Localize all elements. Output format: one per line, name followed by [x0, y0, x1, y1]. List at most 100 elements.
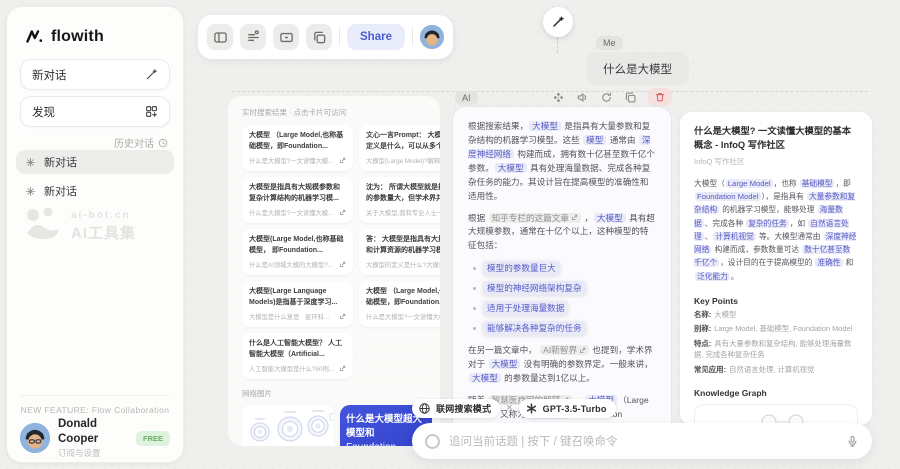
- key-point-label: 名称:: [694, 310, 711, 319]
- bullet-item: 模型的神经网络架构复杂: [473, 281, 656, 295]
- answer-paragraph: 在另一篇文章中， AI新智界 也提到，学术界对于 大模型 没有明确的参数界定。一…: [468, 344, 656, 386]
- text-segment: 的机器学习模型，能够处理: [720, 205, 817, 214]
- text-segment: ，即: [835, 179, 850, 188]
- new-node-wand-button[interactable]: [543, 7, 573, 37]
- search-result-card[interactable]: 文心一言Prompt： 大模型的定义是什么，可以从多个角度...大模型(Larg…: [359, 125, 440, 171]
- result-source: 大模型(Large Model)?解释...: [366, 156, 440, 165]
- highlight-term[interactable]: 准确性: [815, 258, 842, 267]
- toggle-sidebar-button[interactable]: [207, 24, 233, 50]
- model-chip-label: GPT-3.5-Turbo: [543, 404, 607, 414]
- canvas-toolbar: Share: [198, 15, 453, 59]
- highlight-term[interactable]: 大模型: [469, 373, 501, 383]
- flow-list-button[interactable]: [240, 24, 266, 50]
- highlight-term[interactable]: Foundation Model: [695, 192, 761, 201]
- text-segment: 等。大模型通常由: [757, 232, 823, 241]
- search-results-grid: 大模型 （Large Model,也称基础模型，即Foundation...什么…: [242, 125, 426, 379]
- external-link-icon: [339, 313, 346, 320]
- history-label: 历史对话: [114, 135, 154, 150]
- app-logo: flowith: [25, 27, 104, 46]
- highlight-term[interactable]: 复杂的任务: [746, 219, 788, 228]
- new-chat-button[interactable]: 新对话: [20, 59, 170, 90]
- question-node[interactable]: 什么是大模型: [586, 52, 689, 85]
- discover-button[interactable]: 发现: [20, 96, 170, 127]
- bullet-dot: [473, 327, 476, 330]
- text-segment: ，: [582, 213, 593, 223]
- text-segment: ，设计目的在于提高模型的: [720, 258, 814, 267]
- duplicate-button[interactable]: [306, 24, 332, 50]
- focus-node-icon[interactable]: [552, 91, 565, 104]
- highlight-term[interactable]: 适用于处理海量数据: [483, 301, 568, 315]
- external-link-icon: [339, 209, 346, 216]
- bullet-dot: [473, 267, 476, 270]
- highlight-term[interactable]: 模型: [583, 135, 606, 145]
- user-account-row[interactable]: Donald Cooper 订阅与设置 FREE: [20, 421, 170, 455]
- read-aloud-icon[interactable]: [576, 91, 589, 104]
- sidebar-divider: [20, 395, 170, 396]
- result-title: 什么是人工智能大模型？ 人工智能大模型（Artificial...: [249, 339, 346, 360]
- result-source: 人工智能大模型是什么?50例...: [249, 364, 334, 373]
- discover-grid-icon: [145, 105, 158, 118]
- highlight-term[interactable]: 计算机视觉: [713, 232, 755, 241]
- answer-paragraph: 根据搜索结果，大模型 是指具有大量参数和复杂结构的机器学习模型。这些 模型 通常…: [468, 120, 656, 204]
- search-result-card[interactable]: 大模型是指具有大规模参数和复杂计算结构的机器学习模...什么是大模型?一文读懂大…: [242, 177, 353, 223]
- highlight-term[interactable]: 大模型: [594, 213, 626, 223]
- highlight-term[interactable]: 大模型: [495, 163, 527, 173]
- key-point-row: 特点:具有大量参数和复杂结构, 能够处理海量数据, 完成各种复杂任务: [694, 338, 858, 361]
- search-result-card[interactable]: 大模型 （Large Model,也称基础模型，即Foundation...什么…: [359, 281, 440, 327]
- result-source: 什么是大模型?一文读懂大模...: [366, 312, 440, 321]
- search-result-card[interactable]: 大模型(Large Language Models)是指基于深度学习...大模型…: [242, 281, 353, 327]
- inline-source-link[interactable]: AI新智界: [540, 345, 589, 355]
- knowledge-graph-heading: Knowledge Graph: [694, 388, 858, 398]
- key-point-value: 具有大量参数和复杂结构, 能够处理海量数据, 完成各种复杂任务: [694, 339, 851, 359]
- highlight-term[interactable]: 基础模型: [800, 179, 835, 188]
- text-segment: 。: [731, 272, 739, 281]
- remove-mode-icon[interactable]: ×: [506, 403, 512, 414]
- key-point-value: 自然语言处理, 计算机视觉: [729, 365, 814, 374]
- highlight-term[interactable]: 能够解决各种复杂的任务: [483, 321, 586, 335]
- article-source: InfoQ 写作社区: [694, 156, 858, 167]
- sparkle-icon: [25, 157, 36, 168]
- highlight-term[interactable]: 大模型: [489, 359, 521, 369]
- web-images-label: 网络图片: [242, 388, 426, 399]
- ai-node-actions: [552, 88, 672, 106]
- search-result-card[interactable]: 大模型(Large Model,也称基础模型， 即Foundation...什么…: [242, 229, 353, 275]
- knowledge-graph-preview[interactable]: Click to View: [694, 404, 858, 425]
- me-node-label: Me: [596, 36, 623, 50]
- delete-node-icon[interactable]: [648, 88, 672, 106]
- highlight-term[interactable]: 泛化能力: [695, 272, 730, 281]
- key-point-label: 别称:: [694, 324, 711, 333]
- bullet-item: 能够解决各种复杂的任务: [473, 321, 656, 335]
- message-input-bar[interactable]: 追问当前话题 | 按下 / 键召唤命令: [412, 423, 872, 459]
- reader-panel[interactable]: 什么是大模型? 一文读懂大模型的基本概念 - InfoQ 写作社区 InfoQ …: [680, 112, 872, 425]
- history-item-1[interactable]: 新对话: [16, 150, 174, 174]
- presentation-button[interactable]: [273, 24, 299, 50]
- history-header[interactable]: 历史对话: [114, 135, 168, 150]
- highlight-term[interactable]: 模型的参数量巨大: [483, 261, 560, 275]
- search-result-card[interactable]: 什么是人工智能大模型？ 人工智能大模型（Artificial... 人工智能大模型…: [242, 333, 353, 379]
- result-title: 沈为： 所谓大模型就是指模型的参数量大，但学术界并没...: [366, 183, 440, 204]
- microphone-icon[interactable]: [846, 435, 859, 448]
- external-link-icon: [339, 157, 346, 164]
- search-result-card[interactable]: 答： 大模型是指具有大量参数和计算资源的机器学习模型...大模型的定义是什么?大…: [359, 229, 440, 275]
- watermark: ai-bot.cn AI工具集: [23, 207, 136, 246]
- sparkle-icon: [25, 186, 36, 197]
- history-item-2[interactable]: 新对话: [16, 179, 174, 203]
- toolbar-avatar[interactable]: [420, 25, 444, 49]
- highlight-term[interactable]: 大模型: [529, 121, 561, 131]
- web-search-mode-chip[interactable]: 联网搜索模式: [412, 399, 500, 418]
- sidebar: flowith 新对话 发现 历史对话 新对话 新对话 ai-bot.cn AI…: [6, 6, 184, 463]
- copy-node-icon[interactable]: [624, 91, 637, 104]
- key-point-value: 大模型: [714, 310, 736, 319]
- watermark-line2: AI工具集: [71, 222, 136, 243]
- regenerate-icon[interactable]: [600, 91, 613, 104]
- result-image-diagram[interactable]: [242, 405, 334, 446]
- result-source: 大模型是什么意思 · 星环科...: [249, 312, 329, 321]
- highlight-term[interactable]: Large Model: [726, 179, 773, 188]
- discover-label: 发现: [32, 104, 55, 120]
- inline-source-link[interactable]: 知乎专栏的这篇文章: [489, 213, 581, 223]
- search-result-card[interactable]: 沈为： 所谓大模型就是指模型的参数量大，但学术界并没...关于大模型,我和专业人…: [359, 177, 440, 223]
- model-selector-chip[interactable]: GPT-3.5-Turbo: [519, 399, 616, 418]
- search-result-card[interactable]: 大模型 （Large Model,也称基础模型，即Foundation...什么…: [242, 125, 353, 171]
- share-button[interactable]: Share: [347, 24, 405, 50]
- highlight-term[interactable]: 模型的神经网络架构复杂: [483, 281, 586, 295]
